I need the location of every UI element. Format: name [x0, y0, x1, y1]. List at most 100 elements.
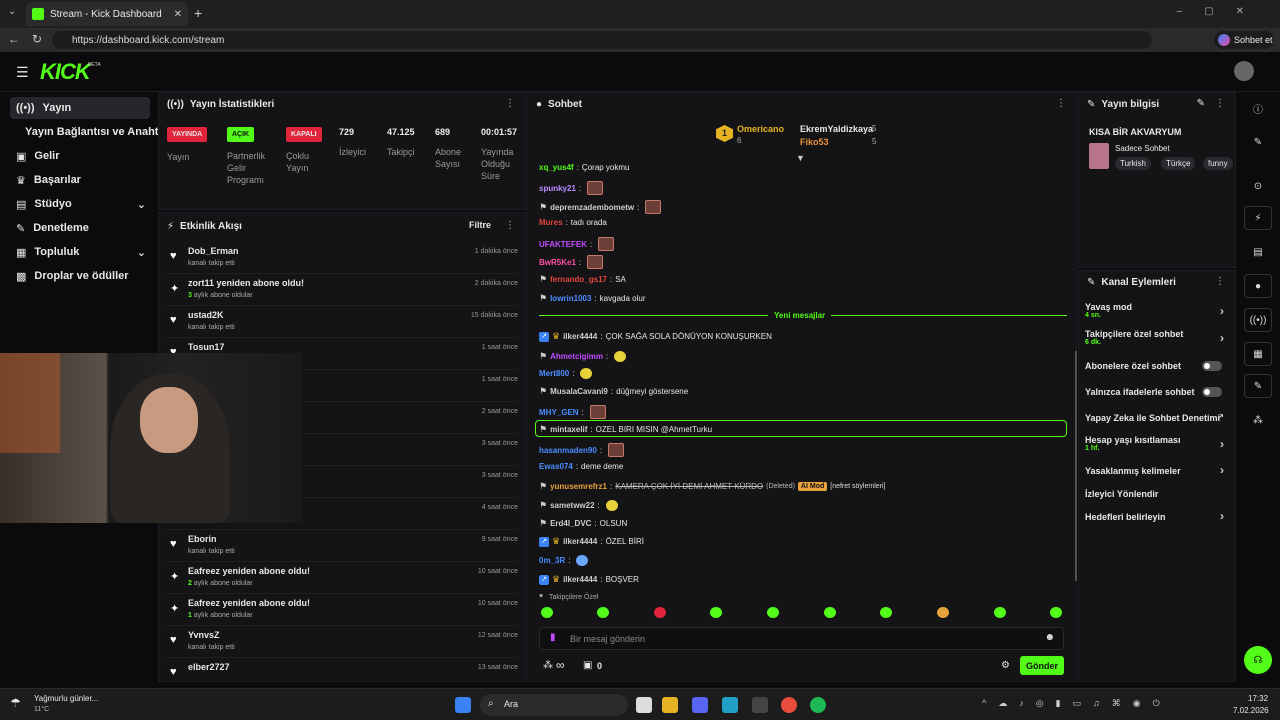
chat-message[interactable]: ↗ ♛ ilker4444: ÖZEL BİRİ [539, 536, 644, 547]
tag-chip[interactable]: funny [1203, 157, 1233, 170]
bolt-icon[interactable]: ⚡ [1244, 206, 1272, 230]
chat-username[interactable]: Ahmetcigimm [550, 352, 603, 361]
chat-username[interactable]: depremzadembometw [550, 203, 634, 212]
emote-icon[interactable] [824, 607, 836, 618]
sidebar-item-community[interactable]: ▦ Topluluk ⌄ [10, 241, 150, 263]
emote-icon[interactable] [880, 607, 892, 618]
tab-list-chevron-icon[interactable]: ⌄ [8, 6, 16, 17]
clock-time[interactable]: 17:32 [1248, 694, 1268, 703]
chat-username[interactable]: Erd4l_DVC [550, 519, 591, 528]
chat-message[interactable]: BwR5Ke1: [539, 255, 604, 269]
chat-username[interactable]: BwR5Ke1 [539, 258, 576, 267]
chat-username[interactable]: yunusemrefrz1 [550, 482, 607, 491]
browser-tab[interactable]: Stream - Kick Dashboard ✕ [26, 2, 188, 26]
chat-icon[interactable]: ● [1244, 274, 1272, 298]
emote-icon[interactable] [541, 607, 553, 618]
emote-only-toggle[interactable] [1202, 387, 1222, 397]
chat-username[interactable]: sametww22 [550, 501, 594, 510]
chat-username[interactable]: spunky21 [539, 184, 576, 193]
chat-username[interactable]: UFAKTEFEK [539, 240, 587, 249]
chat-message[interactable]: ⚑ Erd4l_DVC: OLSUN [539, 518, 627, 529]
obs-icon[interactable] [752, 697, 768, 713]
chat-message[interactable]: MHY_GEN: [539, 405, 606, 419]
subscribers-only-toggle[interactable] [1202, 361, 1222, 371]
back-icon[interactable]: ← [8, 32, 20, 46]
chat-message[interactable]: ⚑ depremzadembometw: [539, 200, 662, 214]
new-tab-icon[interactable]: + [194, 5, 202, 21]
activity-item[interactable]: ✦ Eafreez yeniden abone oldu! 2 aylık abon… [166, 562, 518, 594]
chat-username[interactable]: xq_yus4f [539, 163, 574, 172]
weather-text[interactable]: Yağmurlu günler... [34, 694, 98, 703]
more-options-icon[interactable]: ⋮ [1215, 98, 1225, 109]
account-age-row[interactable]: Hesap yaşı kısıtlaması 1 hf. › [1085, 435, 1230, 452]
slow-mode-row[interactable]: Yavaş mod 4 sn. › [1085, 302, 1230, 319]
url-field[interactable]: https://dashboard.kick.com/stream [52, 31, 1152, 49]
chat-input[interactable]: ▮ Bir mesaj gönderin ☻ [539, 627, 1064, 650]
chat-username[interactable]: fernando_gs17 [550, 275, 607, 284]
emote-icon[interactable] [994, 607, 1006, 618]
chat-message[interactable]: ⚑ yunusemrefrz1: KAMERA ÇOK İYİ DEMİ AHMET… [539, 481, 886, 492]
activity-item[interactable]: ♥ Eborin kanalı takip etti 9 saat önce [166, 530, 518, 562]
info-icon[interactable]: ⓘ [1244, 96, 1272, 120]
activity-item[interactable]: ♥ Dob_Erman kanalı takip etti 1 dakika önce [166, 242, 518, 274]
gift-icon[interactable]: ▣ [583, 660, 592, 671]
sidebar-item-stream-key[interactable]: Yayın Bağlantısı ve Anahtarı [19, 121, 172, 143]
chat-username[interactable]: 0m_3R [539, 556, 565, 565]
activity-item[interactable]: ♥ YvnvsZ kanalı takip etti 12 saat önce [166, 626, 518, 658]
chat-username[interactable]: ilker4444 [563, 332, 597, 341]
chat-message[interactable]: Ewas074: deme deme [539, 462, 623, 471]
emoji-icon[interactable]: ☻ [1044, 632, 1055, 643]
close-tab-icon[interactable]: ✕ [174, 9, 182, 20]
followers-only-row[interactable]: Takipçilere özel sohbet 6 dk. › [1085, 329, 1230, 346]
more-options-icon[interactable]: ⋮ [1215, 276, 1225, 287]
community-icon[interactable]: ⁂ [543, 660, 553, 671]
community-icon[interactable]: ⁂ [1244, 408, 1272, 432]
chat-username[interactable]: Mures [539, 218, 563, 227]
activity-item[interactable]: ✦ zort11 yeniden abone oldu! 3 aylık abone… [166, 274, 518, 306]
chat-message[interactable]: Mures: tadı orada [539, 218, 607, 227]
more-options-icon[interactable]: ⋮ [505, 98, 515, 109]
chat-username[interactable]: ilker4444 [563, 537, 597, 546]
chat-username[interactable]: MusalaCavani9 [550, 387, 608, 396]
support-icon[interactable]: ☊ [1244, 646, 1272, 674]
activity-item[interactable]: ✦ Eafreez yeniden abone oldu! 1 aylık abon… [166, 594, 518, 626]
raid-row[interactable]: İzleyici Yönlendir [1085, 489, 1230, 499]
spotify-icon[interactable] [810, 697, 826, 713]
ai-moderation-row[interactable]: Yapay Zeka ile Sohbet Denetimi ↗ [1085, 412, 1230, 423]
taskview-icon[interactable] [636, 697, 652, 713]
banned-words-row[interactable]: Yasaklanmış kelimeler › [1085, 463, 1230, 477]
discord-icon[interactable] [692, 697, 708, 713]
chat-message[interactable]: ⚑ MusalaCavani9: düğmeyi göstersene [539, 386, 688, 397]
emote-icon[interactable] [767, 607, 779, 618]
goals-row[interactable]: Hedefleri belirleyin › [1085, 509, 1230, 523]
tag-chip[interactable]: Türkçe [1161, 157, 1196, 170]
target-icon[interactable]: ⊙ [1244, 174, 1272, 198]
system-tray[interactable]: ^☁♪◎▮▭♫⌘◉⏻ [982, 698, 1172, 709]
wrench-icon[interactable]: ✎ [1244, 374, 1272, 398]
emote-icon[interactable] [710, 607, 722, 618]
settings-gear-icon[interactable]: ⚙ [1001, 660, 1010, 671]
emote-icon[interactable] [597, 607, 609, 618]
emote-icon[interactable] [1050, 607, 1062, 618]
chat-message[interactable]: 0m_3R: [539, 555, 589, 566]
chat-message[interactable]: ↗ ♛ ilker4444: ÇOK SAĞA SOLA DÖNÜYON KONUŞU… [539, 331, 772, 342]
activity-item[interactable]: ♥ elber2727 13 saat önce [166, 658, 518, 690]
broadcast-icon[interactable]: ((•)) [1244, 308, 1272, 332]
edge-icon[interactable] [722, 697, 738, 713]
window-controls[interactable]: –▢✕ [1177, 6, 1266, 17]
sidebar-item-moderation[interactable]: ✎ Denetleme [10, 217, 150, 239]
send-button[interactable]: Gönder [1020, 656, 1064, 675]
chat-message[interactable]: ⚑ Ahmetcigimm: [539, 351, 627, 362]
chat-message[interactable]: ⚑ sametww22: [539, 500, 618, 511]
chat-message[interactable]: hasanmaden90: [539, 443, 625, 457]
chat-message[interactable]: UFAKTEFEK: [539, 237, 615, 251]
sidebar-item-studio[interactable]: ▤ Stüdyo ⌄ [10, 193, 150, 215]
profile-chat-button[interactable]: Sohbet et [1214, 31, 1274, 49]
sidebar-item-achievements[interactable]: ♛ Başarılar [10, 169, 150, 191]
pinned-toggle-icon[interactable]: ▼ [796, 153, 805, 163]
filter-button[interactable]: Filtre [469, 220, 491, 230]
pencil-icon[interactable]: ✎ [1244, 130, 1272, 154]
folder-icon[interactable] [662, 697, 678, 713]
chat-message[interactable]: Mert800: [539, 368, 593, 379]
emote-icon[interactable] [937, 607, 949, 618]
